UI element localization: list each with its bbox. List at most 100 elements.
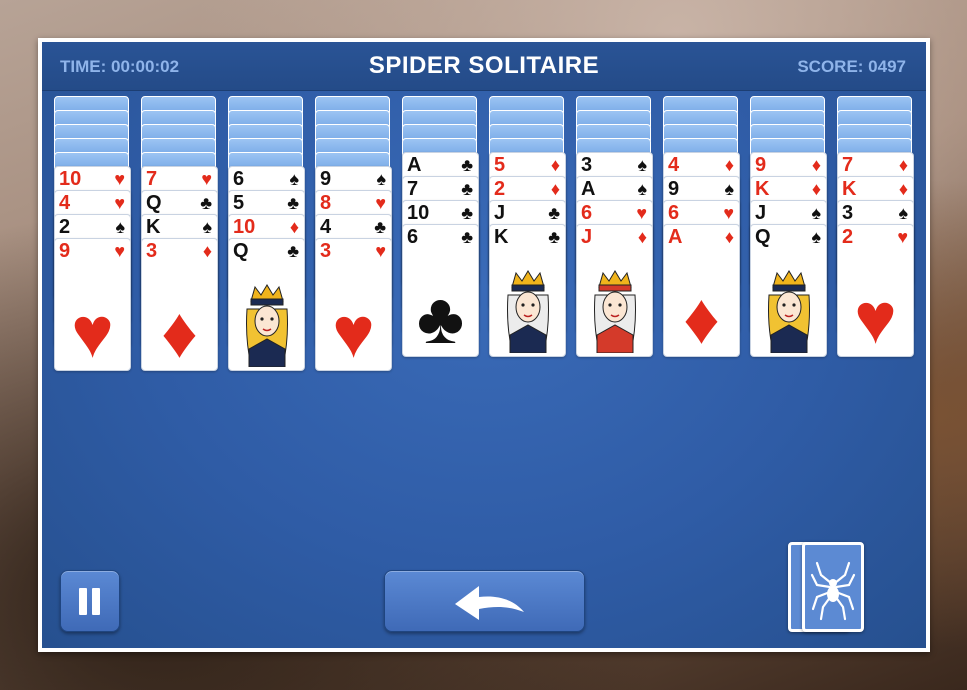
card-rank: K (842, 178, 857, 200)
card-rank: K (494, 226, 509, 248)
card-center-pip: ♣ (416, 279, 465, 359)
card-rank: A (407, 154, 422, 176)
card-rank: 10 (233, 216, 256, 238)
king-face-icon (498, 265, 558, 354)
card-rank: 9 (320, 168, 332, 190)
card-rank: 3 (581, 154, 593, 176)
card[interactable]: 3 ♥ ♥ (315, 238, 392, 371)
card-rank: 2 (842, 226, 854, 248)
card-suit: ♦ (550, 179, 560, 199)
card-suit: ♣ (548, 227, 560, 247)
card-rank: 10 (59, 168, 82, 190)
card-rank: 7 (842, 154, 854, 176)
card-rank: Q (755, 226, 771, 248)
card-suit: ♣ (200, 193, 212, 213)
stock-card[interactable] (802, 542, 864, 632)
card-suit: ♠ (637, 179, 647, 199)
card-rank: 7 (146, 168, 158, 190)
card-center-pip: ♥ (332, 293, 375, 373)
card-suit: ♠ (115, 217, 125, 237)
undo-button[interactable] (384, 570, 585, 632)
card-rank: 6 (233, 168, 245, 190)
card-rank: 8 (320, 192, 332, 214)
card-suit: ♥ (636, 203, 647, 223)
card-suit: ♦ (550, 155, 560, 175)
card-rank: J (755, 202, 767, 224)
card-suit: ♣ (374, 217, 386, 237)
jack-face-icon (585, 265, 645, 354)
card-rank: 3 (320, 240, 332, 262)
card-rank: A (581, 178, 596, 200)
card[interactable]: A ♦ ♦ (663, 224, 740, 357)
card-suit: ♥ (114, 241, 125, 261)
card[interactable]: Q ♠ (750, 224, 827, 357)
undo-arrow-icon (455, 586, 524, 620)
card-suit: ♦ (724, 155, 734, 175)
card-rank: 9 (59, 240, 71, 262)
card[interactable]: 9 ♥ ♥ (54, 238, 131, 371)
game-title: SPIDER SOLITAIRE (368, 52, 600, 79)
card-suit: ♠ (376, 169, 386, 189)
card-center-pip: ♦ (683, 279, 720, 359)
card-rank: A (668, 226, 683, 248)
card-rank: 5 (233, 192, 245, 214)
pause-button[interactable] (60, 570, 120, 632)
card-suit: ♦ (898, 155, 908, 175)
top-bar: TIME: 00:00:02 SPIDER SOLITAIRE SCORE: 0… (42, 42, 926, 91)
card-suit: ♦ (637, 227, 647, 247)
card-rank: K (146, 216, 161, 238)
card-rank: 4 (59, 192, 71, 214)
card-suit: ♥ (201, 169, 212, 189)
card-suit: ♣ (461, 155, 473, 175)
card-suit: ♣ (287, 241, 299, 261)
card-suit: ♥ (114, 193, 125, 213)
card-suit: ♣ (548, 203, 560, 223)
card-suit: ♠ (637, 155, 647, 175)
card[interactable]: Q ♣ (228, 238, 305, 371)
card-rank: 6 (581, 202, 593, 224)
card[interactable]: 2 ♥ ♥ (837, 224, 914, 357)
queen-face-icon (759, 265, 819, 354)
game-board: TIME: 00:00:02 SPIDER SOLITAIRE SCORE: 0… (42, 42, 926, 648)
card-suit: ♠ (724, 179, 734, 199)
card-suit: ♠ (811, 227, 821, 247)
card-rank: 5 (494, 154, 506, 176)
stock-pile[interactable] (788, 542, 870, 634)
card-suit: ♥ (375, 193, 386, 213)
card-suit: ♠ (202, 217, 212, 237)
card-rank: Q (233, 240, 249, 262)
card-rank: 3 (146, 240, 158, 262)
card-suit: ♣ (461, 203, 473, 223)
card-rank: J (494, 202, 506, 224)
card-rank: 4 (320, 216, 332, 238)
spider-icon (810, 561, 856, 621)
card-suit: ♥ (897, 227, 908, 247)
card-suit: ♦ (289, 217, 299, 237)
card-suit: ♠ (898, 203, 908, 223)
card-suit: ♦ (724, 227, 734, 247)
card-center-pip: ♦ (161, 293, 198, 373)
card-rank: 6 (668, 202, 680, 224)
card-rank: 10 (407, 202, 430, 224)
card-suit: ♦ (811, 179, 821, 199)
card-rank: K (755, 178, 770, 200)
card-suit: ♥ (114, 169, 125, 189)
card[interactable]: 3 ♦ ♦ (141, 238, 218, 371)
card[interactable]: 6 ♣ ♣ (402, 224, 479, 357)
game-frame: TIME: 00:00:02 SPIDER SOLITAIRE SCORE: 0… (38, 38, 930, 652)
card-rank: 4 (668, 154, 680, 176)
card-rank: 9 (755, 154, 767, 176)
card-rank: 2 (59, 216, 71, 238)
card-rank: Q (146, 192, 162, 214)
card-center-pip: ♥ (71, 293, 114, 373)
card[interactable]: J ♦ (576, 224, 653, 357)
card-suit: ♣ (287, 193, 299, 213)
card-rank: J (581, 226, 593, 248)
card-center-pip: ♥ (854, 279, 897, 359)
card[interactable]: K ♣ (489, 224, 566, 357)
card-suit: ♠ (289, 169, 299, 189)
card-suit: ♣ (461, 179, 473, 199)
card-suit: ♦ (898, 179, 908, 199)
card-rank: 2 (494, 178, 506, 200)
card-rank: 9 (668, 178, 680, 200)
